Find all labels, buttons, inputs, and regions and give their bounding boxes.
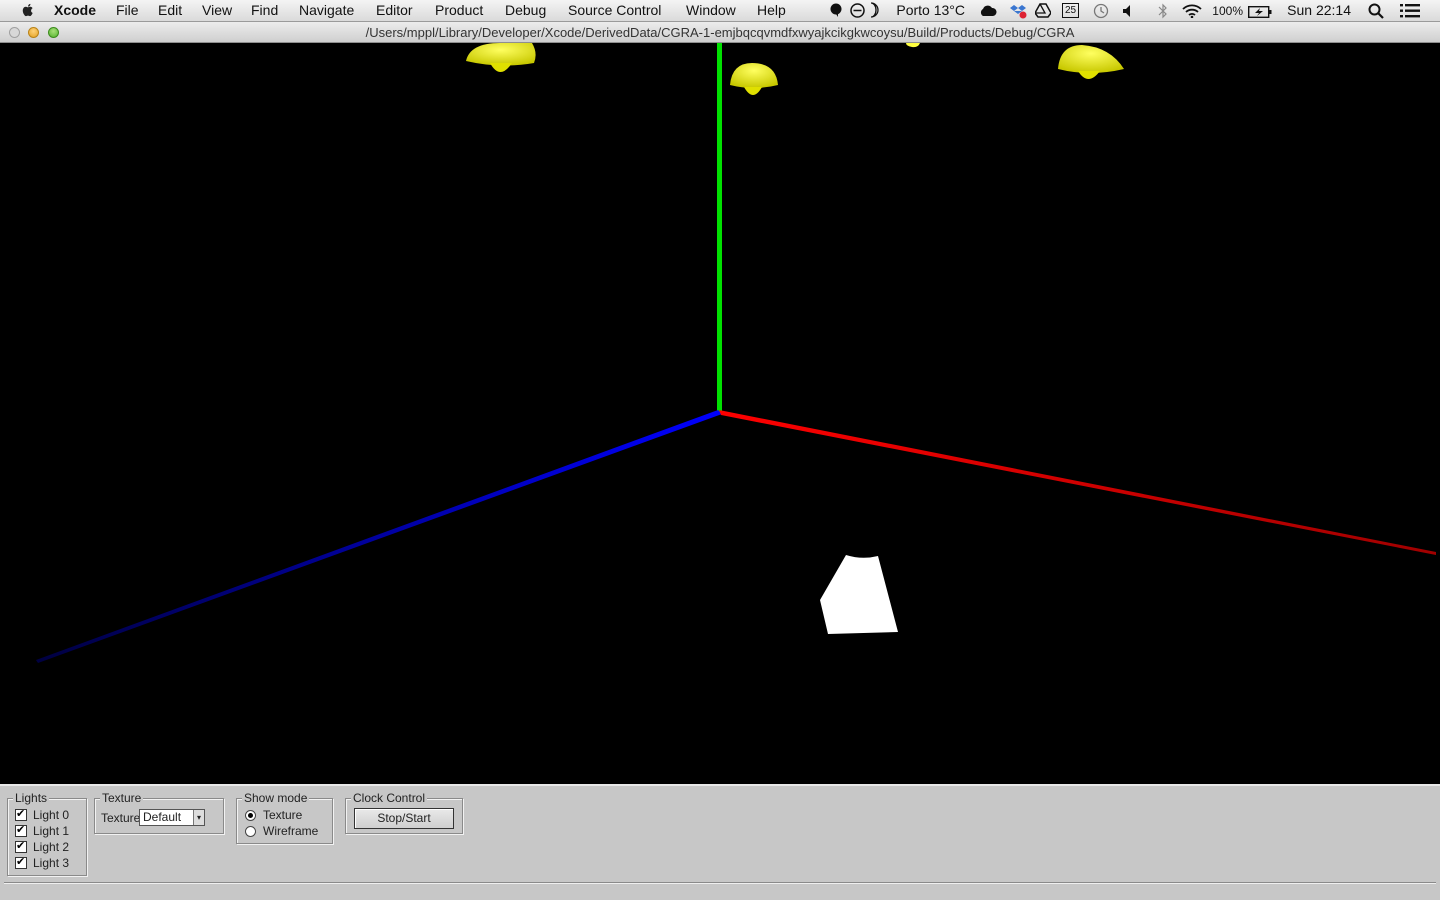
show-mode-texture-radio[interactable]: Texture: [245, 808, 302, 822]
menu-bar: Xcode File Edit View Find Navigate Edito…: [0, 0, 1440, 22]
light-0-checkbox[interactable]: Light 0: [15, 807, 70, 822]
texture-select-value: Default: [143, 810, 182, 824]
opengl-viewport[interactable]: [0, 43, 1440, 784]
lights-group-title: Lights: [13, 791, 50, 805]
white-table-object: [820, 555, 898, 634]
cloud-icon[interactable]: [979, 4, 997, 20]
checkbox-checked-icon[interactable]: [15, 839, 27, 853]
texture-select[interactable]: Default ▾: [139, 809, 205, 826]
light-2-checkbox[interactable]: Light 2: [15, 839, 70, 854]
clock-label[interactable]: Sun 22:14: [1287, 2, 1351, 18]
texture-group: Texture Texture Default ▾: [94, 791, 224, 834]
menu-file[interactable]: File: [116, 2, 139, 18]
menu-help[interactable]: Help: [757, 2, 786, 18]
checkbox-checked-icon[interactable]: [15, 807, 27, 821]
light-2-label: Light 2: [33, 840, 70, 854]
menu-source-control[interactable]: Source Control: [568, 2, 661, 18]
show-mode-texture-label: Texture: [263, 808, 303, 822]
moon-icon: [868, 2, 880, 21]
control-panel: Lights Light 0 Light 1 Light 2 Light 3 T…: [0, 784, 1440, 900]
light-0-label: Light 0: [33, 808, 70, 822]
y-axis: [717, 43, 722, 412]
weather-label[interactable]: Porto 13°C: [896, 2, 965, 18]
lamp-1: [466, 43, 536, 72]
notification-center-icon[interactable]: [1400, 4, 1420, 21]
google-drive-icon[interactable]: [1034, 3, 1052, 21]
clock-control-group: Clock Control Stop/Start: [345, 791, 463, 834]
scene-canvas: [36, 43, 1436, 663]
volume-icon[interactable]: [1122, 4, 1136, 21]
checkbox-checked-icon[interactable]: [15, 855, 27, 869]
clock-control-group-title: Clock Control: [351, 791, 428, 805]
show-mode-group-title: Show mode: [242, 791, 310, 805]
menu-editor[interactable]: Editor: [376, 2, 413, 18]
checkbox-checked-icon[interactable]: [15, 823, 27, 837]
window-title: /Users/mppl/Library/Developer/Xcode/Deri…: [365, 25, 1075, 40]
dropbox-icon[interactable]: [1010, 3, 1027, 22]
menu-edit[interactable]: Edit: [158, 2, 182, 18]
do-not-disturb-icon[interactable]: [850, 3, 865, 21]
menu-debug[interactable]: Debug: [505, 2, 546, 18]
x-axis: [719, 410, 1436, 555]
menu-product[interactable]: Product: [435, 2, 483, 18]
menu-app-name[interactable]: Xcode: [54, 2, 96, 18]
stop-start-button[interactable]: Stop/Start: [354, 808, 454, 829]
radio-unselected-icon[interactable]: [245, 825, 256, 837]
show-mode-wireframe-radio[interactable]: Wireframe: [245, 824, 318, 838]
battery-icon[interactable]: [1247, 5, 1272, 21]
speech-bubble-icon[interactable]: [830, 3, 842, 17]
show-mode-group: Show mode Texture Wireframe: [236, 791, 333, 844]
chevron-down-icon[interactable]: ▾: [193, 810, 204, 825]
light-3-label: Light 3: [33, 856, 70, 870]
apple-logo-icon[interactable]: [20, 2, 36, 18]
texture-group-title: Texture: [100, 791, 144, 805]
light-3-checkbox[interactable]: Light 3: [15, 855, 70, 870]
light-1-label: Light 1: [33, 824, 70, 838]
time-machine-icon[interactable]: [1093, 3, 1109, 22]
menu-view[interactable]: View: [202, 2, 232, 18]
menu-window[interactable]: Window: [686, 2, 736, 18]
battery-percentage[interactable]: 100%: [1212, 4, 1243, 18]
radio-selected-icon[interactable]: [245, 809, 256, 821]
light-1-checkbox[interactable]: Light 1: [15, 823, 70, 838]
bluetooth-icon[interactable]: [1158, 3, 1168, 22]
menu-find[interactable]: Find: [251, 2, 278, 18]
panel-divider: [4, 882, 1436, 884]
z-axis: [36, 410, 722, 663]
lamp-3: [906, 43, 920, 48]
texture-label: Texture: [101, 811, 141, 825]
calendar-icon[interactable]: 25: [1062, 3, 1079, 18]
lamp-2: [730, 63, 778, 95]
lights-group: Lights Light 0 Light 1 Light 2 Light 3: [7, 791, 87, 876]
window-title-bar[interactable]: /Users/mppl/Library/Developer/Xcode/Deri…: [0, 22, 1440, 43]
menu-navigate[interactable]: Navigate: [299, 2, 354, 18]
show-mode-wireframe-label: Wireframe: [263, 824, 319, 838]
wifi-icon[interactable]: [1182, 4, 1202, 21]
spotlight-search-icon[interactable]: [1368, 3, 1384, 22]
lamp-4: [1058, 45, 1124, 79]
